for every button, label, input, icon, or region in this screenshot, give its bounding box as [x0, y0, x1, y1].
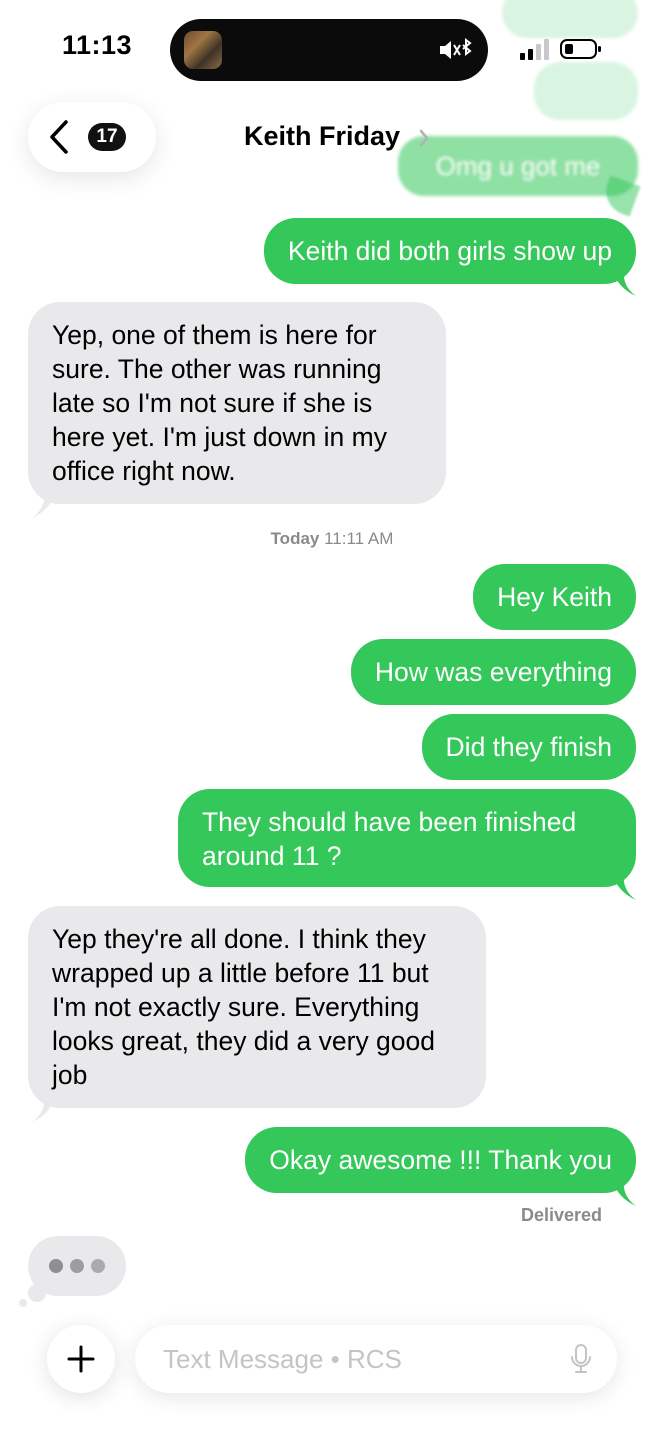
message-bubble-outgoing[interactable]: Did they finish — [421, 714, 636, 780]
message-bubble-outgoing[interactable]: Keith did both girls show up — [263, 218, 636, 284]
now-playing-artwork[interactable] — [184, 31, 222, 69]
message-input[interactable] — [163, 1325, 563, 1393]
chevron-left-icon — [50, 120, 68, 154]
add-attachment-button[interactable] — [47, 1325, 115, 1393]
chevron-right-icon[interactable] — [418, 128, 430, 148]
bubble-tail — [32, 492, 56, 518]
typing-dot — [49, 1259, 63, 1273]
message-bubble-outgoing[interactable]: They should have been finished around 11… — [178, 789, 636, 887]
unread-count-badge: 17 — [88, 123, 126, 151]
status-time: 11:13 — [62, 30, 133, 60]
earlier-message-faded — [502, 0, 638, 38]
cellular-signal-icon — [520, 39, 549, 60]
plus-icon — [67, 1345, 95, 1373]
message-bubble-incoming[interactable]: Yep, one of them is here for sure. The o… — [28, 302, 446, 504]
delivered-status: Delivered — [520, 1205, 602, 1225]
typing-dot — [91, 1259, 105, 1273]
bubble-tail — [32, 1096, 56, 1122]
typing-tail-dot — [19, 1299, 27, 1307]
typing-tail-dot — [28, 1284, 46, 1302]
message-bubble-outgoing[interactable]: Okay awesome !!! Thank you — [245, 1127, 636, 1193]
message-bubble-outgoing[interactable]: Hey Keith — [473, 564, 636, 630]
message-bubble-outgoing[interactable]: How was everything — [350, 639, 636, 705]
timestamp: Today 11:11 AM — [0, 529, 664, 549]
timestamp-day: Today — [270, 529, 320, 548]
microphone-icon[interactable] — [569, 1343, 593, 1375]
message-input-container[interactable] — [135, 1325, 617, 1393]
typing-dot — [70, 1259, 84, 1273]
bubble-tail — [612, 1180, 636, 1206]
earlier-message-faded — [534, 62, 638, 120]
bubble-tail — [612, 874, 636, 900]
dynamic-island[interactable] — [170, 19, 488, 81]
message-bubble-incoming[interactable]: Yep they're all done. I think they wrapp… — [28, 906, 486, 1108]
earlier-message-faded: Omg u got me — [398, 136, 638, 196]
bubble-tail — [612, 270, 636, 296]
contact-name[interactable]: Keith Friday — [244, 121, 400, 152]
silent-bluetooth-icon — [440, 38, 472, 59]
battery-icon — [560, 39, 601, 59]
timestamp-time: 11:11 AM — [324, 529, 394, 548]
back-button[interactable]: 17 — [28, 102, 156, 172]
